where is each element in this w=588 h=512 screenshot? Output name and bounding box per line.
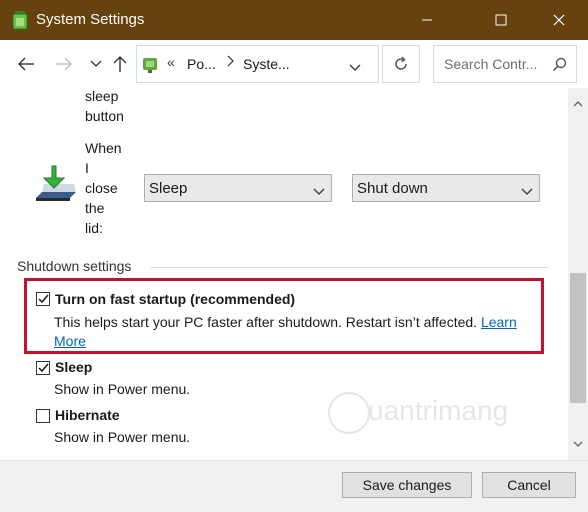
sleep-checkbox[interactable]	[36, 361, 50, 375]
hibernate-label[interactable]: Hibernate	[55, 407, 120, 423]
maximize-icon	[495, 14, 507, 26]
scroll-down-icon[interactable]	[573, 434, 583, 450]
close-icon	[553, 14, 565, 26]
footer-bar: Save changes Cancel	[0, 460, 588, 512]
watermark-logo	[328, 392, 370, 434]
section-title: Shutdown settings	[17, 258, 132, 274]
search-box[interactable]: Search Contr...	[433, 45, 577, 83]
cancel-button[interactable]: Cancel	[482, 472, 576, 498]
chevron-down-icon	[349, 64, 361, 71]
lid-on-battery-select[interactable]: Sleep	[144, 174, 332, 202]
minimize-button[interactable]	[404, 0, 450, 40]
breadcrumb-system-settings[interactable]: Syste...	[243, 56, 290, 72]
address-bar[interactable]: « Po... Syste...	[136, 45, 379, 83]
sleep-button-label-line: button	[85, 108, 124, 124]
lid-label-line: When	[85, 140, 122, 156]
maximize-button[interactable]	[478, 0, 524, 40]
search-icon[interactable]	[552, 56, 568, 75]
system-settings-window: System Settings « Po... Syste... Search …	[0, 0, 588, 512]
back-arrow-icon	[18, 57, 34, 71]
chevron-down-icon	[521, 183, 533, 199]
chevron-down-icon	[90, 60, 102, 67]
fast-startup-description: This helps start your PC faster after sh…	[54, 314, 517, 330]
breadcrumb-separator-icon[interactable]	[227, 54, 235, 70]
fast-startup-checkbox[interactable]	[36, 292, 50, 306]
title-bar[interactable]: System Settings	[0, 0, 588, 40]
section-divider	[150, 267, 548, 268]
window-title: System Settings	[36, 11, 145, 28]
lid-label-line: close	[85, 180, 118, 196]
learn-more-link-line: More	[54, 333, 86, 349]
control-panel-icon	[141, 55, 161, 75]
hibernate-description: Show in Power menu.	[54, 429, 191, 445]
forward-button[interactable]	[52, 52, 76, 76]
up-button[interactable]	[108, 52, 132, 76]
checkmark-icon	[38, 294, 49, 304]
lid-label-line: lid:	[85, 220, 103, 236]
lid-label-line: the	[85, 200, 105, 216]
up-arrow-icon	[113, 56, 127, 72]
learn-more-link[interactable]: Learn	[481, 314, 517, 330]
forward-arrow-icon	[56, 57, 72, 71]
address-dropdown-button[interactable]	[349, 59, 361, 75]
learn-more-link[interactable]: More	[54, 333, 86, 349]
scroll-up-icon[interactable]	[573, 94, 583, 110]
checkmark-icon	[38, 363, 49, 373]
refresh-button[interactable]	[382, 45, 420, 83]
refresh-icon	[395, 56, 407, 70]
sleep-label[interactable]: Sleep	[55, 359, 92, 375]
description-text: This helps start your PC faster after sh…	[54, 314, 478, 330]
scrollbar-thumb[interactable]	[570, 273, 586, 403]
lid-plugged-in-select[interactable]: Shut down	[352, 174, 540, 202]
battery-app-icon	[12, 10, 28, 30]
back-button[interactable]	[14, 52, 38, 76]
chevron-down-icon	[313, 183, 325, 199]
sleep-button-label-line: sleep	[85, 88, 119, 104]
vertical-scrollbar[interactable]	[568, 88, 588, 460]
minimize-icon	[422, 19, 432, 21]
breadcrumb-power-options[interactable]: Po...	[187, 56, 216, 72]
watermark-text: uantrimang	[368, 395, 509, 426]
save-changes-button[interactable]: Save changes	[342, 472, 472, 498]
hibernate-checkbox[interactable]	[36, 409, 50, 423]
select-value: Sleep	[149, 180, 188, 197]
lid-laptop-icon	[30, 164, 80, 214]
lid-label-line: I	[85, 160, 89, 176]
breadcrumb-overflow[interactable]: «	[167, 54, 175, 70]
sleep-description: Show in Power menu.	[54, 381, 191, 397]
select-value: Shut down	[357, 180, 428, 197]
search-input[interactable]: Search Contr...	[444, 56, 537, 72]
close-button[interactable]	[536, 0, 582, 40]
recent-locations-button[interactable]	[84, 52, 108, 76]
fast-startup-label[interactable]: Turn on fast startup (recommended)	[55, 291, 295, 307]
